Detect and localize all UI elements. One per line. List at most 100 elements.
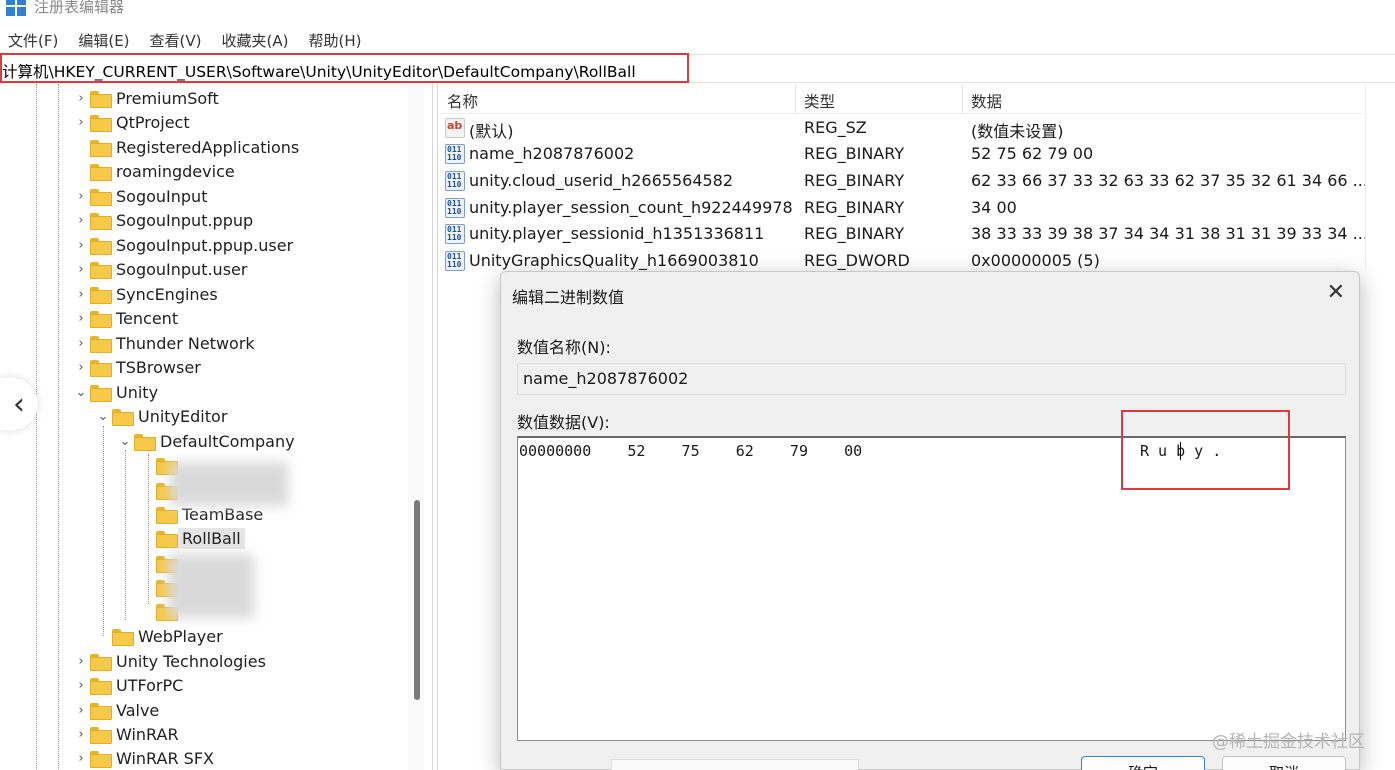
folder-icon <box>90 90 112 108</box>
column-divider[interactable] <box>962 84 963 114</box>
column-header-type[interactable]: 类型 <box>804 90 835 112</box>
value-row[interactable]: 011 110 unity.player_session_count_h92244… <box>439 195 1364 221</box>
pane-splitter[interactable] <box>432 84 438 770</box>
tree-item-unityeditor[interactable]: ⌄ UnityEditor <box>96 404 227 428</box>
chevron-right-icon[interactable]: › <box>74 751 88 766</box>
menu-file[interactable]: 文件(F) <box>0 26 66 54</box>
tree-item-syncengines[interactable]: › SyncEngines <box>74 282 218 306</box>
tree-item-valve[interactable]: › Valve <box>74 698 159 722</box>
chevron-right-icon[interactable]: › <box>74 678 88 693</box>
tree-item-winrar[interactable]: › WinRAR <box>74 722 179 746</box>
chevron-right-icon[interactable]: › <box>74 91 88 106</box>
folder-icon <box>90 335 112 353</box>
value-data: (数值未设置) <box>971 122 1064 141</box>
chevron-right-icon[interactable]: › <box>74 262 88 277</box>
tree-item-label: UnityEditor <box>138 406 228 426</box>
menu-favorites[interactable]: 收藏夹(A) <box>214 26 297 54</box>
key-tree: › PremiumSoft › QtProject RegisteredApplic… <box>0 84 425 770</box>
tree-item-defaultcompany[interactable]: ⌄ DefaultCompany <box>118 429 295 453</box>
tree-item-qtproject[interactable]: › QtProject <box>74 110 190 134</box>
tree-item-rollball[interactable]: RollBall <box>140 526 245 550</box>
tree-item-thunder-network[interactable]: › Thunder Network <box>74 331 255 355</box>
tree-item-webplayer[interactable]: WebPlayer <box>96 624 223 648</box>
tree-item-premiumsoft[interactable]: › PremiumSoft <box>74 86 219 110</box>
close-icon[interactable]: ✕ <box>1327 280 1345 305</box>
ascii-highlight-box <box>1121 410 1290 490</box>
value-row[interactable]: 011 110 name_h2087876002 REG_BINARY 52 75… <box>439 141 1364 167</box>
tree-item-label: UTForPC <box>116 675 184 695</box>
chevron-right-icon[interactable]: › <box>74 703 88 718</box>
value-data: 62 33 66 37 33 32 63 33 62 37 35 32 61 3… <box>971 171 1368 190</box>
folder-icon <box>112 408 134 426</box>
chevron-right-icon[interactable]: › <box>74 360 88 375</box>
chevron-right-icon[interactable]: › <box>74 311 88 326</box>
binary-value-icon: 011 110 <box>445 198 465 218</box>
value-data: 52 75 62 79 00 <box>971 144 1094 163</box>
column-divider[interactable] <box>795 84 796 114</box>
tree-item-label: Unity <box>116 382 159 402</box>
value-row[interactable]: ab (默认) REG_SZ (数值未设置) <box>439 115 1364 141</box>
value-row[interactable]: 011 110 unity.cloud_userid_h2665564582 RE… <box>439 168 1368 194</box>
tree-guide-line <box>36 84 37 770</box>
cancel-button[interactable]: 取消 <box>1222 756 1346 770</box>
tree-item-winrar-sfx[interactable]: › WinRAR SFX <box>74 746 214 770</box>
menu-bar: 文件(F) 编辑(E) 查看(V) 收藏夹(A) 帮助(H) <box>0 26 373 54</box>
column-header-name[interactable]: 名称 <box>447 90 478 112</box>
binary-value-icon: 011 110 <box>445 171 465 191</box>
tree-item-sogouinput-ppup[interactable]: › SogouInput.ppup <box>74 208 253 232</box>
tree-scrollbar-thumb[interactable] <box>414 500 420 700</box>
tree-item-tsbrowser[interactable]: › TSBrowser <box>74 355 201 379</box>
tree-item-label: Tencent <box>116 308 179 328</box>
value-data: 34 00 <box>971 198 1017 217</box>
tree-item-unity-technologies[interactable]: › Unity Technologies <box>74 649 266 673</box>
column-header-data[interactable]: 数据 <box>971 90 1002 112</box>
folder-icon <box>156 530 178 548</box>
tree-item-sogouinput-user[interactable]: › SogouInput.user <box>74 257 247 281</box>
tree-item-roamingdevice[interactable]: roamingdevice <box>74 159 235 183</box>
tree-item-sogouinput[interactable]: › SogouInput <box>74 184 207 208</box>
tree-item-tencent[interactable]: › Tencent <box>74 306 178 330</box>
value-type: REG_SZ <box>804 118 867 137</box>
chevron-right-icon[interactable]: › <box>74 238 88 253</box>
chevron-right-icon[interactable]: › <box>74 727 88 742</box>
value-name-text: name_h2087876002 <box>523 369 689 388</box>
tree-item-label: roamingdevice <box>116 161 235 181</box>
value-type: REG_BINARY <box>804 224 905 243</box>
menu-edit[interactable]: 编辑(E) <box>70 26 137 54</box>
values-scrollbar[interactable] <box>1365 84 1395 270</box>
tree-item-label: WebPlayer <box>138 626 223 646</box>
tree-item-label: SyncEngines <box>116 284 218 304</box>
tree-item-registeredapplications[interactable]: RegisteredApplications <box>74 135 299 159</box>
tree-item-label: DefaultCompany <box>160 431 295 451</box>
chevron-right-icon[interactable]: › <box>74 189 88 204</box>
folder-icon <box>90 163 112 181</box>
tree-item-unity[interactable]: ⌄ Unity <box>74 380 158 404</box>
chevron-right-icon[interactable]: › <box>74 654 88 669</box>
tree-item-label: RollBall <box>178 527 245 549</box>
chevron-down-icon[interactable]: ⌄ <box>118 434 132 449</box>
chevron-right-icon[interactable]: › <box>74 287 88 302</box>
value-name: (默认) <box>469 122 514 141</box>
chevron-right-icon[interactable]: › <box>74 213 88 228</box>
tree-item-label: Unity Technologies <box>116 651 266 671</box>
chevron-down-icon[interactable]: ⌄ <box>96 409 110 424</box>
folder-icon <box>90 677 112 695</box>
tree-item-utforpc[interactable]: › UTForPC <box>74 673 183 697</box>
tree-guide-line <box>103 426 104 636</box>
chevron-right-icon[interactable]: › <box>74 115 88 130</box>
folder-icon <box>90 261 112 279</box>
value-name-field: name_h2087876002 <box>517 363 1346 395</box>
title-bar: 注册表编辑器 <box>0 0 1395 22</box>
value-row[interactable]: 011 110 unity.player_sessionid_h135133681… <box>439 221 1368 247</box>
tree-item-sogouinput-ppup-user[interactable]: › SogouInput.ppup.user <box>74 233 293 257</box>
menu-help[interactable]: 帮助(H) <box>300 26 369 54</box>
chevron-right-icon[interactable]: › <box>74 336 88 351</box>
edit-binary-dialog: 编辑二进制数值 ✕ 数值名称(N): name_h2087876002 数值数据… <box>500 271 1360 770</box>
folder-icon <box>90 139 112 157</box>
folder-icon <box>90 188 112 206</box>
chevron-down-icon[interactable]: ⌄ <box>74 385 88 400</box>
menu-view[interactable]: 查看(V) <box>142 26 210 54</box>
tree-item-label: SogouInput.ppup.user <box>116 235 294 255</box>
folder-icon <box>90 237 112 255</box>
ok-button[interactable]: 确定 <box>1081 756 1205 770</box>
